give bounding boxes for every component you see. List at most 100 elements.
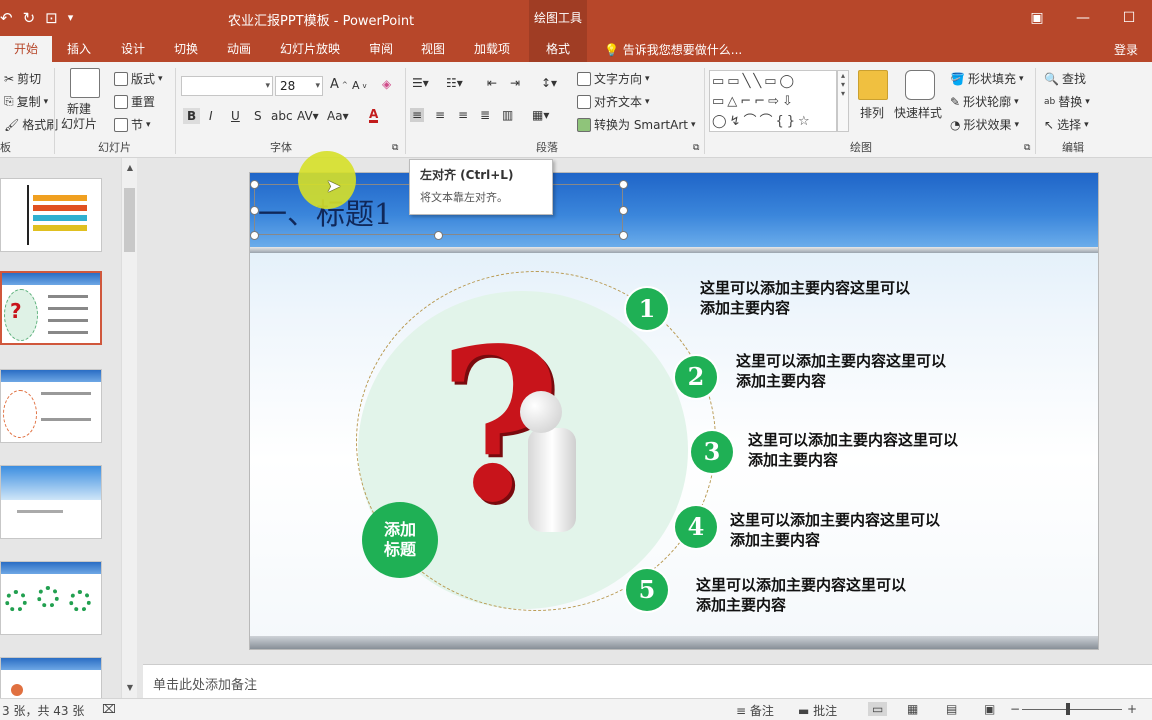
align-right-icon[interactable]: ≡ xyxy=(458,108,468,122)
thumbnail-scrollbar[interactable]: ▲ ▼ xyxy=(121,158,137,698)
zoom-out-icon[interactable]: − xyxy=(1010,702,1020,716)
select-button[interactable]: ↖ 选择 ▾ xyxy=(1044,116,1089,133)
resize-handle[interactable] xyxy=(250,231,259,240)
drawing-launcher-icon[interactable]: ⧉ xyxy=(1024,143,1030,153)
tab-slideshow[interactable]: 幻灯片放映 xyxy=(280,40,340,57)
quick-styles-icon[interactable] xyxy=(905,70,935,100)
zoom-slider-thumb[interactable] xyxy=(1066,703,1070,715)
shadow-button[interactable]: S xyxy=(254,109,262,123)
tab-format[interactable]: 格式 xyxy=(529,36,587,62)
number-badge-5[interactable]: 5 xyxy=(626,569,668,611)
redo-icon[interactable]: ↻ xyxy=(23,8,36,28)
font-color-icon[interactable]: A xyxy=(369,108,379,123)
reading-view-icon[interactable]: ▤ xyxy=(946,702,957,716)
slide-thumbnail[interactable] xyxy=(0,369,102,443)
layout-button[interactable]: 版式 ▾ xyxy=(114,70,163,87)
shapes-gallery-scroll[interactable]: ▴ ▾ ▾ xyxy=(837,70,849,132)
change-case-icon[interactable]: Aa▾ xyxy=(327,109,349,123)
line-spacing-icon[interactable]: ↕▾ xyxy=(541,76,557,90)
cut-button[interactable]: ✂ 剪切 xyxy=(4,70,41,87)
tab-addins[interactable]: 加载项 xyxy=(474,40,510,57)
zoom-in-icon[interactable]: + xyxy=(1127,702,1137,716)
align-center-icon[interactable]: ≡ xyxy=(435,108,445,122)
resize-handle[interactable] xyxy=(250,180,259,189)
arrange-icon[interactable] xyxy=(858,70,888,100)
decrease-indent-icon[interactable]: ⇤ xyxy=(487,76,497,90)
center-title-badge[interactable]: 添加 标题 xyxy=(362,502,438,578)
underline-button[interactable]: U xyxy=(231,109,240,123)
zoom-slider[interactable] xyxy=(1022,709,1122,710)
increase-indent-icon[interactable]: ⇥ xyxy=(510,76,520,90)
shapes-gallery[interactable]: ▭▭╲╲▭◯ ▭△⌐⌐⇨⇩ ◯↯⌒⌒{}☆ xyxy=(709,70,837,132)
item-text-2[interactable]: 这里可以添加主要内容这里可以 添加主要内容 xyxy=(736,351,976,391)
resize-handle[interactable] xyxy=(619,231,628,240)
quick-styles-button[interactable]: 快速样式 xyxy=(894,104,942,121)
grow-font-button[interactable]: A ^ xyxy=(330,77,348,92)
tab-home[interactable]: 开始 xyxy=(0,36,53,62)
char-spacing-icon[interactable]: AV▾ xyxy=(297,109,319,123)
minimize-icon[interactable]: — xyxy=(1060,0,1106,36)
text-direction-button[interactable]: 文字方向 ▾ xyxy=(577,70,650,87)
tab-transitions[interactable]: 切换 xyxy=(174,40,198,57)
font-name-combo[interactable]: ▾ xyxy=(181,76,273,96)
align-text-button[interactable]: 对齐文本 ▾ xyxy=(577,93,650,110)
find-button[interactable]: 🔍 查找 xyxy=(1044,70,1086,87)
resize-handle[interactable] xyxy=(434,231,443,240)
present-icon[interactable]: ⊡ xyxy=(45,8,58,28)
bullets-icon[interactable]: ☰▾ xyxy=(412,76,429,90)
tab-animations[interactable]: 动画 xyxy=(227,40,251,57)
justify-icon[interactable]: ≣ xyxy=(480,108,490,122)
section-button[interactable]: 节 ▾ xyxy=(114,116,151,133)
italic-button[interactable]: I xyxy=(209,109,213,123)
scroll-thumb[interactable] xyxy=(124,188,135,252)
tab-insert[interactable]: 插入 xyxy=(67,40,91,57)
new-slide-icon[interactable] xyxy=(70,68,100,98)
slide-sorter-icon[interactable]: ▦ xyxy=(907,702,918,716)
clear-formatting-icon[interactable]: ◈ xyxy=(382,77,391,91)
tab-review[interactable]: 审阅 xyxy=(369,40,393,57)
item-text-1[interactable]: 这里可以添加主要内容这里可以 添加主要内容 xyxy=(700,278,940,318)
strikethrough-icon[interactable]: abc xyxy=(271,109,293,123)
format-painter-button[interactable]: 🖌 格式刷 xyxy=(4,116,58,133)
scroll-down-icon[interactable]: ▼ xyxy=(122,680,138,696)
shape-outline-button[interactable]: ✎ 形状轮廓 ▾ xyxy=(950,93,1019,110)
slide-thumbnail[interactable] xyxy=(0,561,102,635)
slide-thumbnail[interactable] xyxy=(0,178,102,252)
number-badge-4[interactable]: 4 xyxy=(675,506,717,548)
undo-icon[interactable]: ↶ xyxy=(0,8,13,28)
slideshow-icon[interactable]: ▣ xyxy=(984,702,995,716)
distributed-icon[interactable]: ▥ xyxy=(502,108,513,122)
number-badge-3[interactable]: 3 xyxy=(691,431,733,473)
tell-me-search[interactable]: 💡 告诉我您想要做什么... xyxy=(604,41,742,58)
tab-design[interactable]: 设计 xyxy=(121,40,145,57)
smartart-button[interactable]: 转换为 SmartArt ▾ xyxy=(577,116,696,133)
item-text-4[interactable]: 这里可以添加主要内容这里可以 添加主要内容 xyxy=(730,510,970,550)
customize-icon[interactable]: ▾ xyxy=(68,8,74,28)
slide-thumbnail[interactable] xyxy=(0,465,102,539)
shrink-font-button[interactable]: Av xyxy=(352,79,367,92)
shape-fill-button[interactable]: 🪣 形状填充 ▾ xyxy=(950,70,1024,87)
bold-button[interactable]: B xyxy=(183,108,201,124)
slide-canvas[interactable]: 一、标题1 ? 添加 标题 1 这里可以添加主要内容这里可以 添加主要内容 2 这里… xyxy=(249,172,1099,650)
ribbon-display-icon[interactable]: ▣ xyxy=(1014,0,1060,36)
copy-button[interactable]: ⎘ 复制 ▾ xyxy=(4,93,48,110)
dialog-launcher-icon[interactable]: ⧉ xyxy=(392,143,398,153)
paragraph-launcher-icon[interactable]: ⧉ xyxy=(693,143,699,153)
comments-toggle[interactable]: ▬ 批注 xyxy=(798,702,837,719)
replace-button[interactable]: ab 替换 ▾ xyxy=(1044,93,1090,110)
normal-view-icon[interactable]: ▭ xyxy=(868,702,888,716)
font-size-combo[interactable]: 28 ▾ xyxy=(275,76,323,96)
align-left-icon[interactable]: ≡ xyxy=(410,108,425,122)
item-text-5[interactable]: 这里可以添加主要内容这里可以 添加主要内容 xyxy=(696,575,936,615)
number-badge-1[interactable]: 1 xyxy=(626,288,668,330)
columns-icon[interactable]: ▦▾ xyxy=(532,108,549,122)
resize-handle[interactable] xyxy=(619,180,628,189)
notes-toggle[interactable]: ≡ 备注 xyxy=(736,702,774,719)
notes-pane[interactable]: 单击此处添加备注 xyxy=(143,664,1152,698)
reset-button[interactable]: 重置 xyxy=(114,93,155,110)
spellcheck-icon[interactable]: ⌧ xyxy=(102,702,116,716)
resize-handle[interactable] xyxy=(250,206,259,215)
tab-view[interactable]: 视图 xyxy=(421,40,445,57)
shape-effects-button[interactable]: ◔ 形状效果 ▾ xyxy=(950,116,1019,133)
item-text-3[interactable]: 这里可以添加主要内容这里可以 添加主要内容 xyxy=(748,430,988,470)
